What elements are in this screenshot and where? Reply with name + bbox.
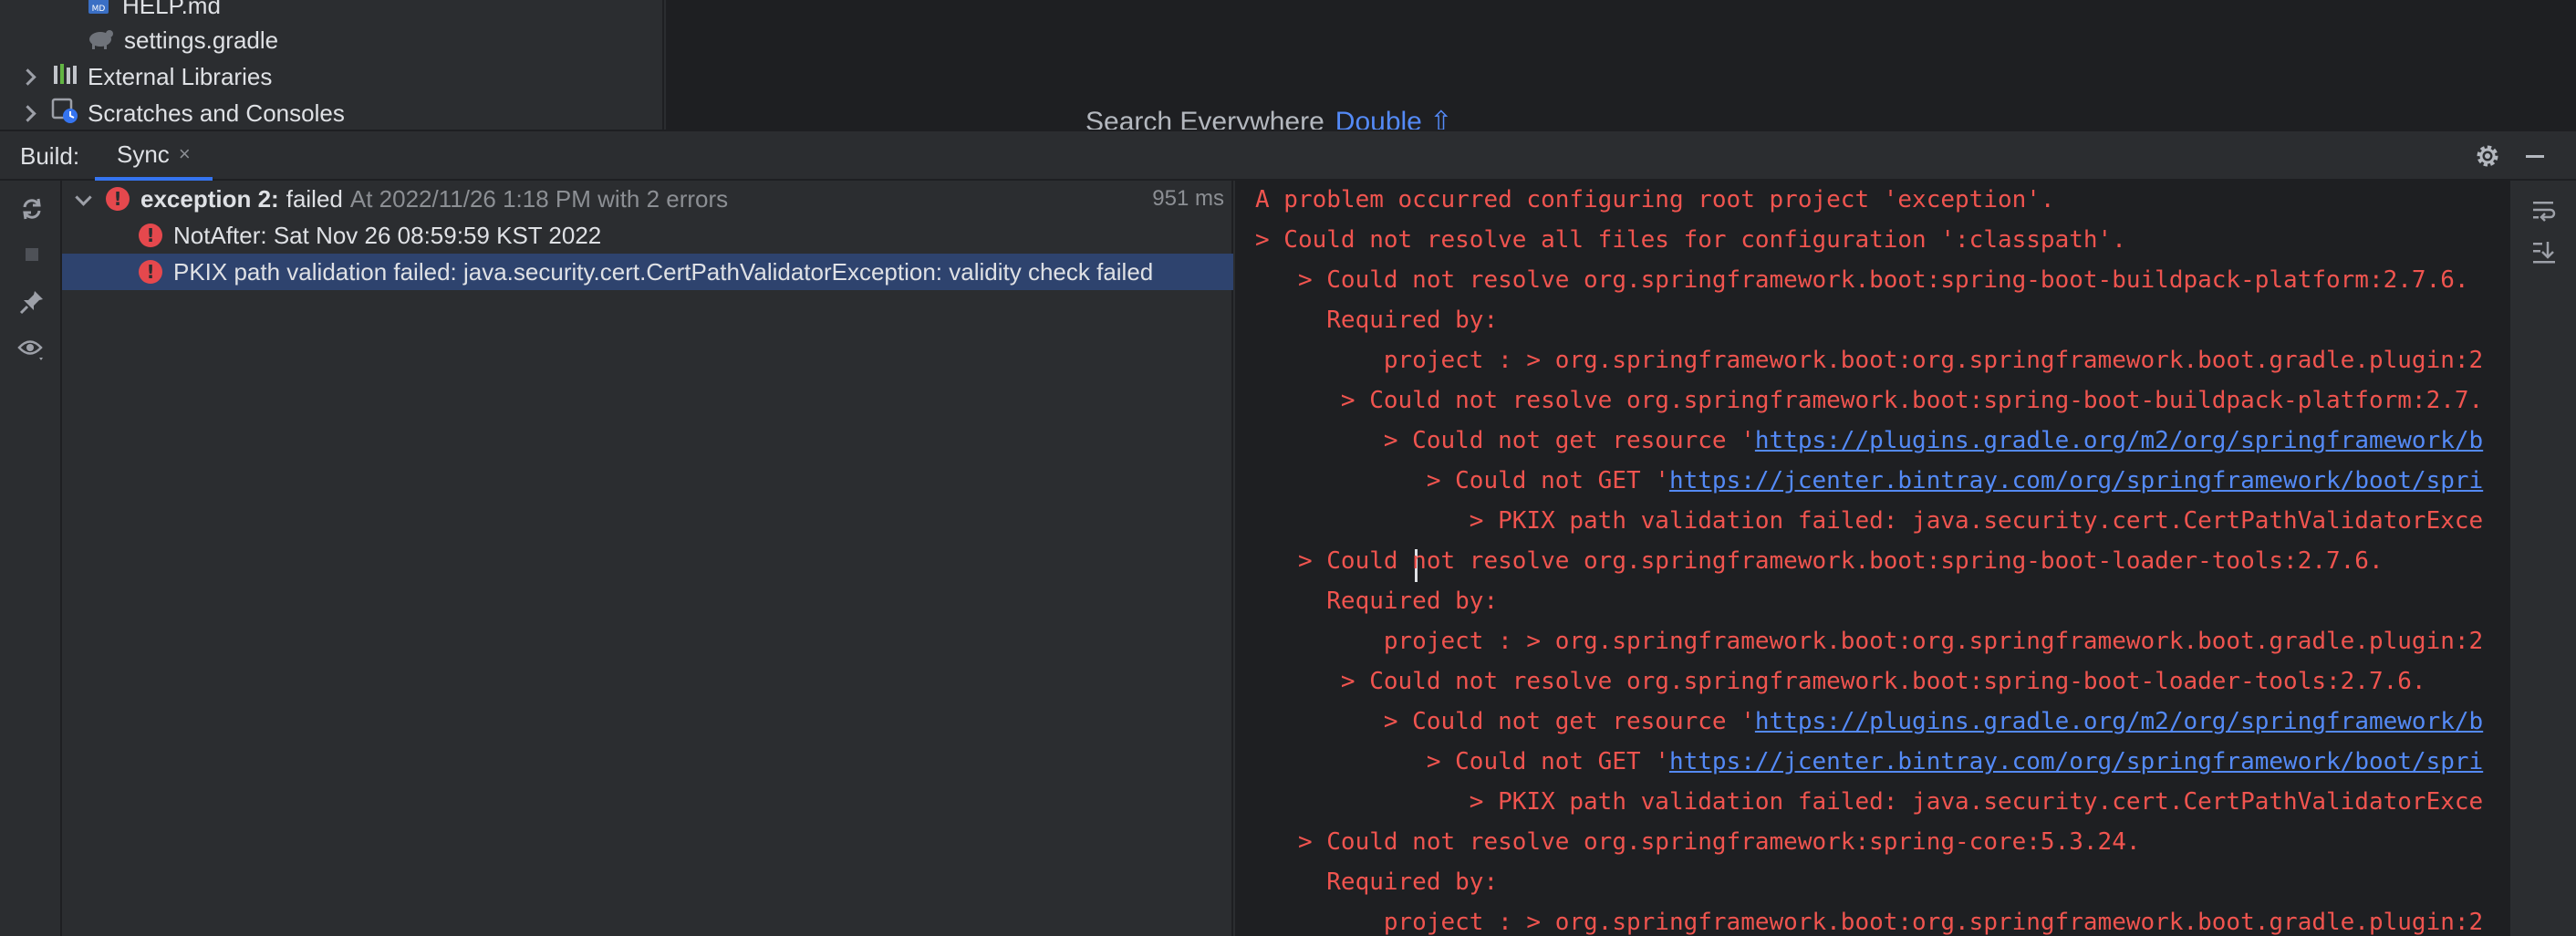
console-line: > Could not resolve org.springframework.…	[1255, 387, 2483, 427]
node-label: PKIX path validation failed: java.securi…	[173, 257, 1154, 286]
tree-item-external-libraries[interactable]: External Libraries	[16, 58, 272, 95]
tree-item-label: HELP.md	[122, 0, 221, 19]
build-root-node[interactable]: ! exception 2: failed At 2022/11/26 1:18…	[62, 181, 1233, 217]
build-left-toolbar	[0, 181, 62, 936]
build-toolwindow-header: Build: Sync ×	[0, 130, 2576, 181]
console-line: > Could not get resource 'https://plugin…	[1255, 427, 2483, 467]
scroll-to-end-icon[interactable]	[2529, 237, 2560, 268]
node-label: NotAfter: Sat Nov 26 08:59:59 KST 2022	[173, 221, 602, 249]
eye-icon[interactable]	[16, 334, 47, 365]
tree-item-scratches-consoles[interactable]: Scratches and Consoles	[16, 95, 345, 131]
sync-icon[interactable]	[16, 193, 47, 224]
console-line-text: > Could not resolve all files for config…	[1255, 226, 2126, 254]
console-line-text: > Could not GET '	[1255, 467, 1669, 494]
error-icon: !	[139, 260, 162, 284]
console-line: > Could not GET 'https://jcenter.bintray…	[1255, 467, 2483, 507]
console-right-toolbar	[2508, 181, 2576, 936]
soft-wrap-icon[interactable]	[2529, 195, 2560, 226]
console-line-text: project : > org.springframework.boot:org…	[1255, 628, 2484, 655]
tree-item-help-md[interactable]: MD HELP.md	[86, 0, 221, 24]
close-icon[interactable]: ×	[179, 142, 191, 166]
tree-item-label: External Libraries	[88, 62, 273, 90]
tab-label: Sync	[117, 140, 170, 168]
console-line-text: project : > org.springframework.boot:org…	[1255, 347, 2484, 374]
build-tree: ! exception 2: failed At 2022/11/26 1:18…	[62, 181, 1233, 936]
minimize-icon[interactable]	[2519, 140, 2550, 172]
console-line: > Could not resolve org.springframework.…	[1255, 547, 2384, 588]
error-icon: !	[139, 224, 162, 247]
scratches-icon	[51, 97, 78, 130]
console-line: project : > org.springframework.boot:org…	[1255, 909, 2483, 936]
node-duration: 951 ms	[1152, 186, 1224, 211]
console-line-text: > Could not get resource '	[1255, 708, 1755, 735]
console-line-text: > PKIX path validation failed: java.secu…	[1255, 507, 2484, 535]
console-line-text: > Could not get resource '	[1255, 427, 1755, 454]
build-child-node[interactable]: ! NotAfter: Sat Nov 26 08:59:59 KST 2022	[62, 217, 1233, 254]
project-tree: MD HELP.md settings.gradle External Libr…	[0, 0, 664, 130]
console-line: > Could not resolve org.springframework.…	[1255, 668, 2426, 708]
stop-icon[interactable]	[16, 239, 47, 270]
node-meta: At 2022/11/26 1:18 PM with 2 errors	[349, 184, 729, 213]
console-link[interactable]: https://plugins.gradle.org/m2/org/spring…	[1755, 427, 2483, 454]
build-child-node-selected[interactable]: ! PKIX path validation failed: java.secu…	[62, 254, 1233, 290]
console-line-text: > Could not resolve org.springframework.…	[1255, 387, 2484, 414]
console-line: > Could not resolve all files for config…	[1255, 226, 2126, 266]
search-everywhere-hint: Search Everywhere Double ⇧	[1085, 106, 1452, 130]
console-line: project : > org.springframework.boot:org…	[1255, 347, 2483, 387]
node-name: exception 2:	[140, 184, 279, 213]
console-line: A problem occurred configuring root proj…	[1255, 186, 2055, 226]
console-line: Required by:	[1255, 307, 1498, 347]
library-icon	[51, 60, 78, 94]
console-line-text: > PKIX path validation failed: java.secu…	[1255, 788, 2484, 816]
hint-shortcut: Double ⇧	[1335, 107, 1453, 130]
console-line-text: A problem occurred configuring root proj…	[1255, 186, 2055, 213]
console-line: > Could not GET 'https://jcenter.bintray…	[1255, 748, 2483, 788]
console-line: > Could not resolve org.springframework.…	[1255, 266, 2469, 307]
console-line-text: > Could not resolve org.springframework:…	[1255, 828, 2141, 856]
console-link[interactable]: https://jcenter.bintray.com/org/springfr…	[1669, 748, 2483, 775]
console-link[interactable]: https://plugins.gradle.org/m2/org/spring…	[1755, 708, 2483, 735]
gradle-file-icon	[86, 24, 115, 57]
node-status: failed	[286, 184, 343, 213]
console-line: > PKIX path validation failed: java.secu…	[1255, 507, 2483, 547]
console-line: > PKIX path validation failed: java.secu…	[1255, 788, 2483, 828]
tree-item-settings-gradle[interactable]: settings.gradle	[86, 22, 278, 58]
console-line-text: > Could not resolve org.springframework.…	[1255, 668, 2426, 695]
build-title: Build:	[20, 142, 80, 170]
console-line-text: Required by:	[1255, 307, 1499, 334]
tree-item-label: Scratches and Consoles	[88, 99, 345, 127]
console-line: Required by:	[1255, 588, 1498, 628]
tree-item-label: settings.gradle	[124, 26, 279, 54]
console-line-text: Required by:	[1255, 588, 1499, 615]
editor-empty-state: Search Everywhere Double ⇧	[666, 0, 2576, 130]
error-icon: !	[106, 187, 130, 211]
console-link[interactable]: https://jcenter.bintray.com/org/springfr…	[1669, 467, 2483, 494]
pin-icon[interactable]	[16, 286, 47, 317]
console-line-text: > Could not resolve org.springframework.…	[1255, 547, 2384, 575]
chevron-right-icon[interactable]	[16, 64, 42, 89]
hint-text: Search Everywhere	[1085, 107, 1324, 130]
console-line: project : > org.springframework.boot:org…	[1255, 628, 2483, 668]
gear-icon[interactable]	[2472, 140, 2503, 172]
chevron-down-icon[interactable]	[71, 186, 97, 212]
svg-text:MD: MD	[92, 5, 106, 14]
console-line: > Could not get resource 'https://plugin…	[1255, 708, 2483, 748]
console-line-text: > Could not GET '	[1255, 748, 1669, 775]
build-console-output[interactable]: A problem occurred configuring root proj…	[1235, 181, 2508, 936]
console-line: > Could not resolve org.springframework:…	[1255, 828, 2141, 868]
console-line-text: > Could not resolve org.springframework.…	[1255, 266, 2469, 294]
chevron-right-icon[interactable]	[16, 100, 42, 126]
console-line-text: Required by:	[1255, 868, 1499, 896]
console-line: Required by:	[1255, 868, 1498, 909]
markdown-file-icon: MD	[86, 0, 113, 23]
console-line-text: project : > org.springframework.boot:org…	[1255, 909, 2484, 936]
tab-sync[interactable]: Sync ×	[95, 131, 213, 181]
